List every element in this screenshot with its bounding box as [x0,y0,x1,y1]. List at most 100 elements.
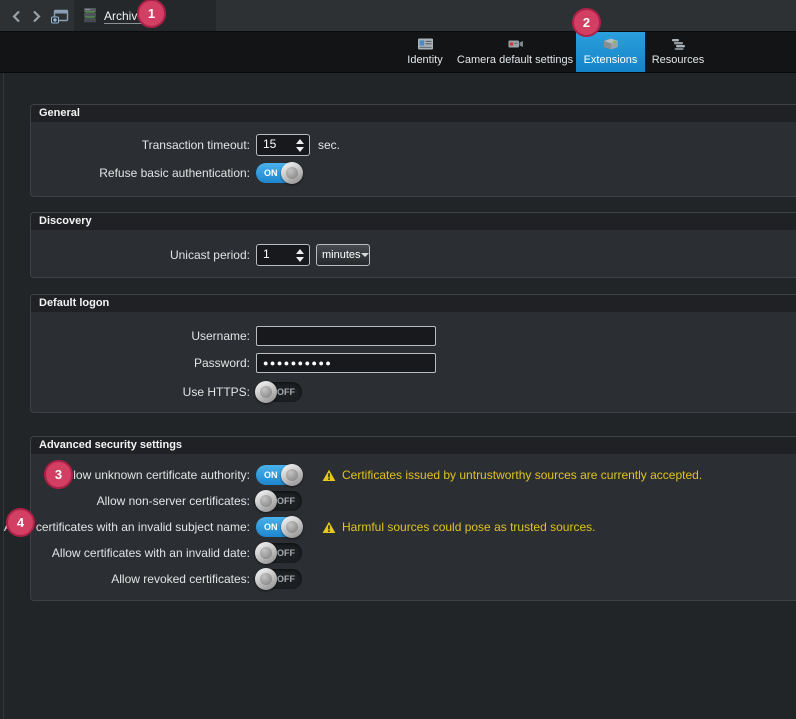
callout-number: 1 [148,6,155,21]
unicast-period-spinner[interactable] [256,244,310,266]
spin-down-icon[interactable] [296,257,304,262]
unknown-ca-warning: Certificates issued by untrustworthy sou… [322,468,702,482]
tab-extensions[interactable]: Extensions [576,32,645,72]
transaction-timeout-input[interactable] [257,135,297,151]
unicast-period-input[interactable] [257,245,297,261]
section-discovery: Discovery Unicast period: minutes [30,212,796,278]
toggle-knob[interactable] [281,162,303,184]
spin-down-icon[interactable] [296,147,304,152]
tab-label: Camera default settings [457,55,573,66]
use-https-label: Use HTTPS: [31,385,256,399]
spin-up-icon[interactable] [296,249,304,254]
camera-icon [507,37,524,51]
tab-identity[interactable]: Identity [396,32,454,72]
username-row: Username: [31,326,796,346]
warning-triangle-icon [322,521,336,534]
section-header-default-logon: Default logon [31,295,796,312]
transaction-timeout-unit: sec. [318,138,340,152]
unicast-period-row: Unicast period: minutes [31,244,796,266]
refuse-basic-auth-toggle[interactable]: ON [256,163,302,183]
content-left-divider [3,73,4,719]
warning-text: Harmful sources could pose as trusted so… [342,520,595,534]
callout-number: 3 [55,467,62,482]
password-label: Password: [31,356,256,370]
toggle-knob[interactable] [255,568,277,590]
callout-badge-4: 4 [6,508,35,537]
allow-invalid-date-toggle[interactable]: OFF [256,543,302,563]
allow-non-server-certs-row: Allow non-server certificates: OFF [31,491,796,511]
resources-stack-icon [670,37,687,51]
refuse-basic-auth-row: Refuse basic authentication: ON [31,162,796,184]
allow-revoked-certs-toggle[interactable]: OFF [256,569,302,589]
callout-badge-2: 2 [572,8,601,37]
spinner-arrows[interactable] [296,139,304,152]
allow-invalid-subject-row: Allow certificates with an invalid subje… [31,517,796,537]
unicast-period-unit-dropdown[interactable]: minutes [316,244,370,266]
config-tab-strip: Identity Camera default settings Extensi… [0,32,796,73]
toggle-state-label: ON [264,470,278,480]
callout-badge-1: 1 [137,0,166,28]
toggle-state-label: ON [264,168,278,178]
server-database-icon [83,7,97,24]
toggle-state-label: OFF [277,574,295,584]
invalid-subject-warning: Harmful sources could pose as trusted so… [322,520,595,534]
username-field[interactable] [256,326,436,346]
allow-non-server-certs-toggle[interactable]: OFF [256,491,302,511]
spin-up-icon[interactable] [296,139,304,144]
allow-unknown-ca-row: Allow unknown certificate authority: ON … [31,465,796,485]
toggle-state-label: OFF [277,496,295,506]
warning-triangle-icon [322,469,336,482]
tab-label: Identity [407,55,442,66]
allow-unknown-ca-toggle[interactable]: ON [256,465,302,485]
callout-number: 2 [583,15,590,30]
section-general: General Transaction timeout: sec. Refuse… [30,104,796,197]
tab-camera-default-settings[interactable]: Camera default settings [454,32,576,72]
toggle-state-label: OFF [277,387,295,397]
dropdown-selected-value: minutes [322,249,361,261]
tab-label: Extensions [584,55,638,66]
password-row: Password: [31,353,796,373]
transaction-timeout-row: Transaction timeout: sec. [31,134,796,156]
allow-revoked-certs-label: Allow revoked certificates: [31,572,256,586]
transaction-timeout-spinner[interactable] [256,134,310,156]
callout-badge-3: 3 [44,460,73,489]
tab-label: Resources [652,55,705,66]
callout-number: 4 [17,515,24,530]
toggle-knob[interactable] [255,542,277,564]
nav-back-button[interactable] [8,8,24,24]
allow-invalid-date-row: Allow certificates with an invalid date:… [31,543,796,563]
warning-text: Certificates issued by untrustworthy sou… [342,468,702,482]
use-https-toggle[interactable]: OFF [256,382,302,402]
toggle-state-label: OFF [277,548,295,558]
toggle-knob[interactable] [255,381,277,403]
add-view-button[interactable] [50,8,70,24]
section-header-advanced-security: Advanced security settings [31,437,796,454]
allow-revoked-certs-row: Allow revoked certificates: OFF [31,569,796,589]
identity-card-icon [417,37,434,51]
toggle-knob[interactable] [281,464,303,486]
chevron-right-icon [32,10,41,23]
toggle-knob[interactable] [255,490,277,512]
use-https-row: Use HTTPS: OFF [31,382,796,402]
toggle-state-label: ON [264,522,278,532]
section-default-logon: Default logon Username: Password: Use HT… [30,294,796,413]
toggle-knob[interactable] [281,516,303,538]
section-advanced-security: Advanced security settings Allow unknown… [30,436,796,601]
add-view-icon [51,9,69,24]
top-toolbar: Archiver [0,0,796,32]
spinner-arrows[interactable] [296,249,304,262]
allow-non-server-certs-label: Allow non-server certificates: [31,494,256,508]
allow-invalid-subject-label: Allow certificates with an invalid subje… [31,520,256,534]
chevron-down-icon [361,253,369,257]
section-header-general: General [31,105,796,122]
password-field[interactable] [256,353,436,373]
section-header-discovery: Discovery [31,213,796,230]
extension-box-icon [602,37,620,51]
allow-invalid-subject-toggle[interactable]: ON [256,517,302,537]
username-label: Username: [31,329,256,343]
tab-resources[interactable]: Resources [645,32,711,72]
unicast-period-label: Unicast period: [31,248,256,262]
transaction-timeout-label: Transaction timeout: [31,138,256,152]
allow-invalid-date-label: Allow certificates with an invalid date: [31,546,256,560]
nav-forward-button[interactable] [28,8,44,24]
